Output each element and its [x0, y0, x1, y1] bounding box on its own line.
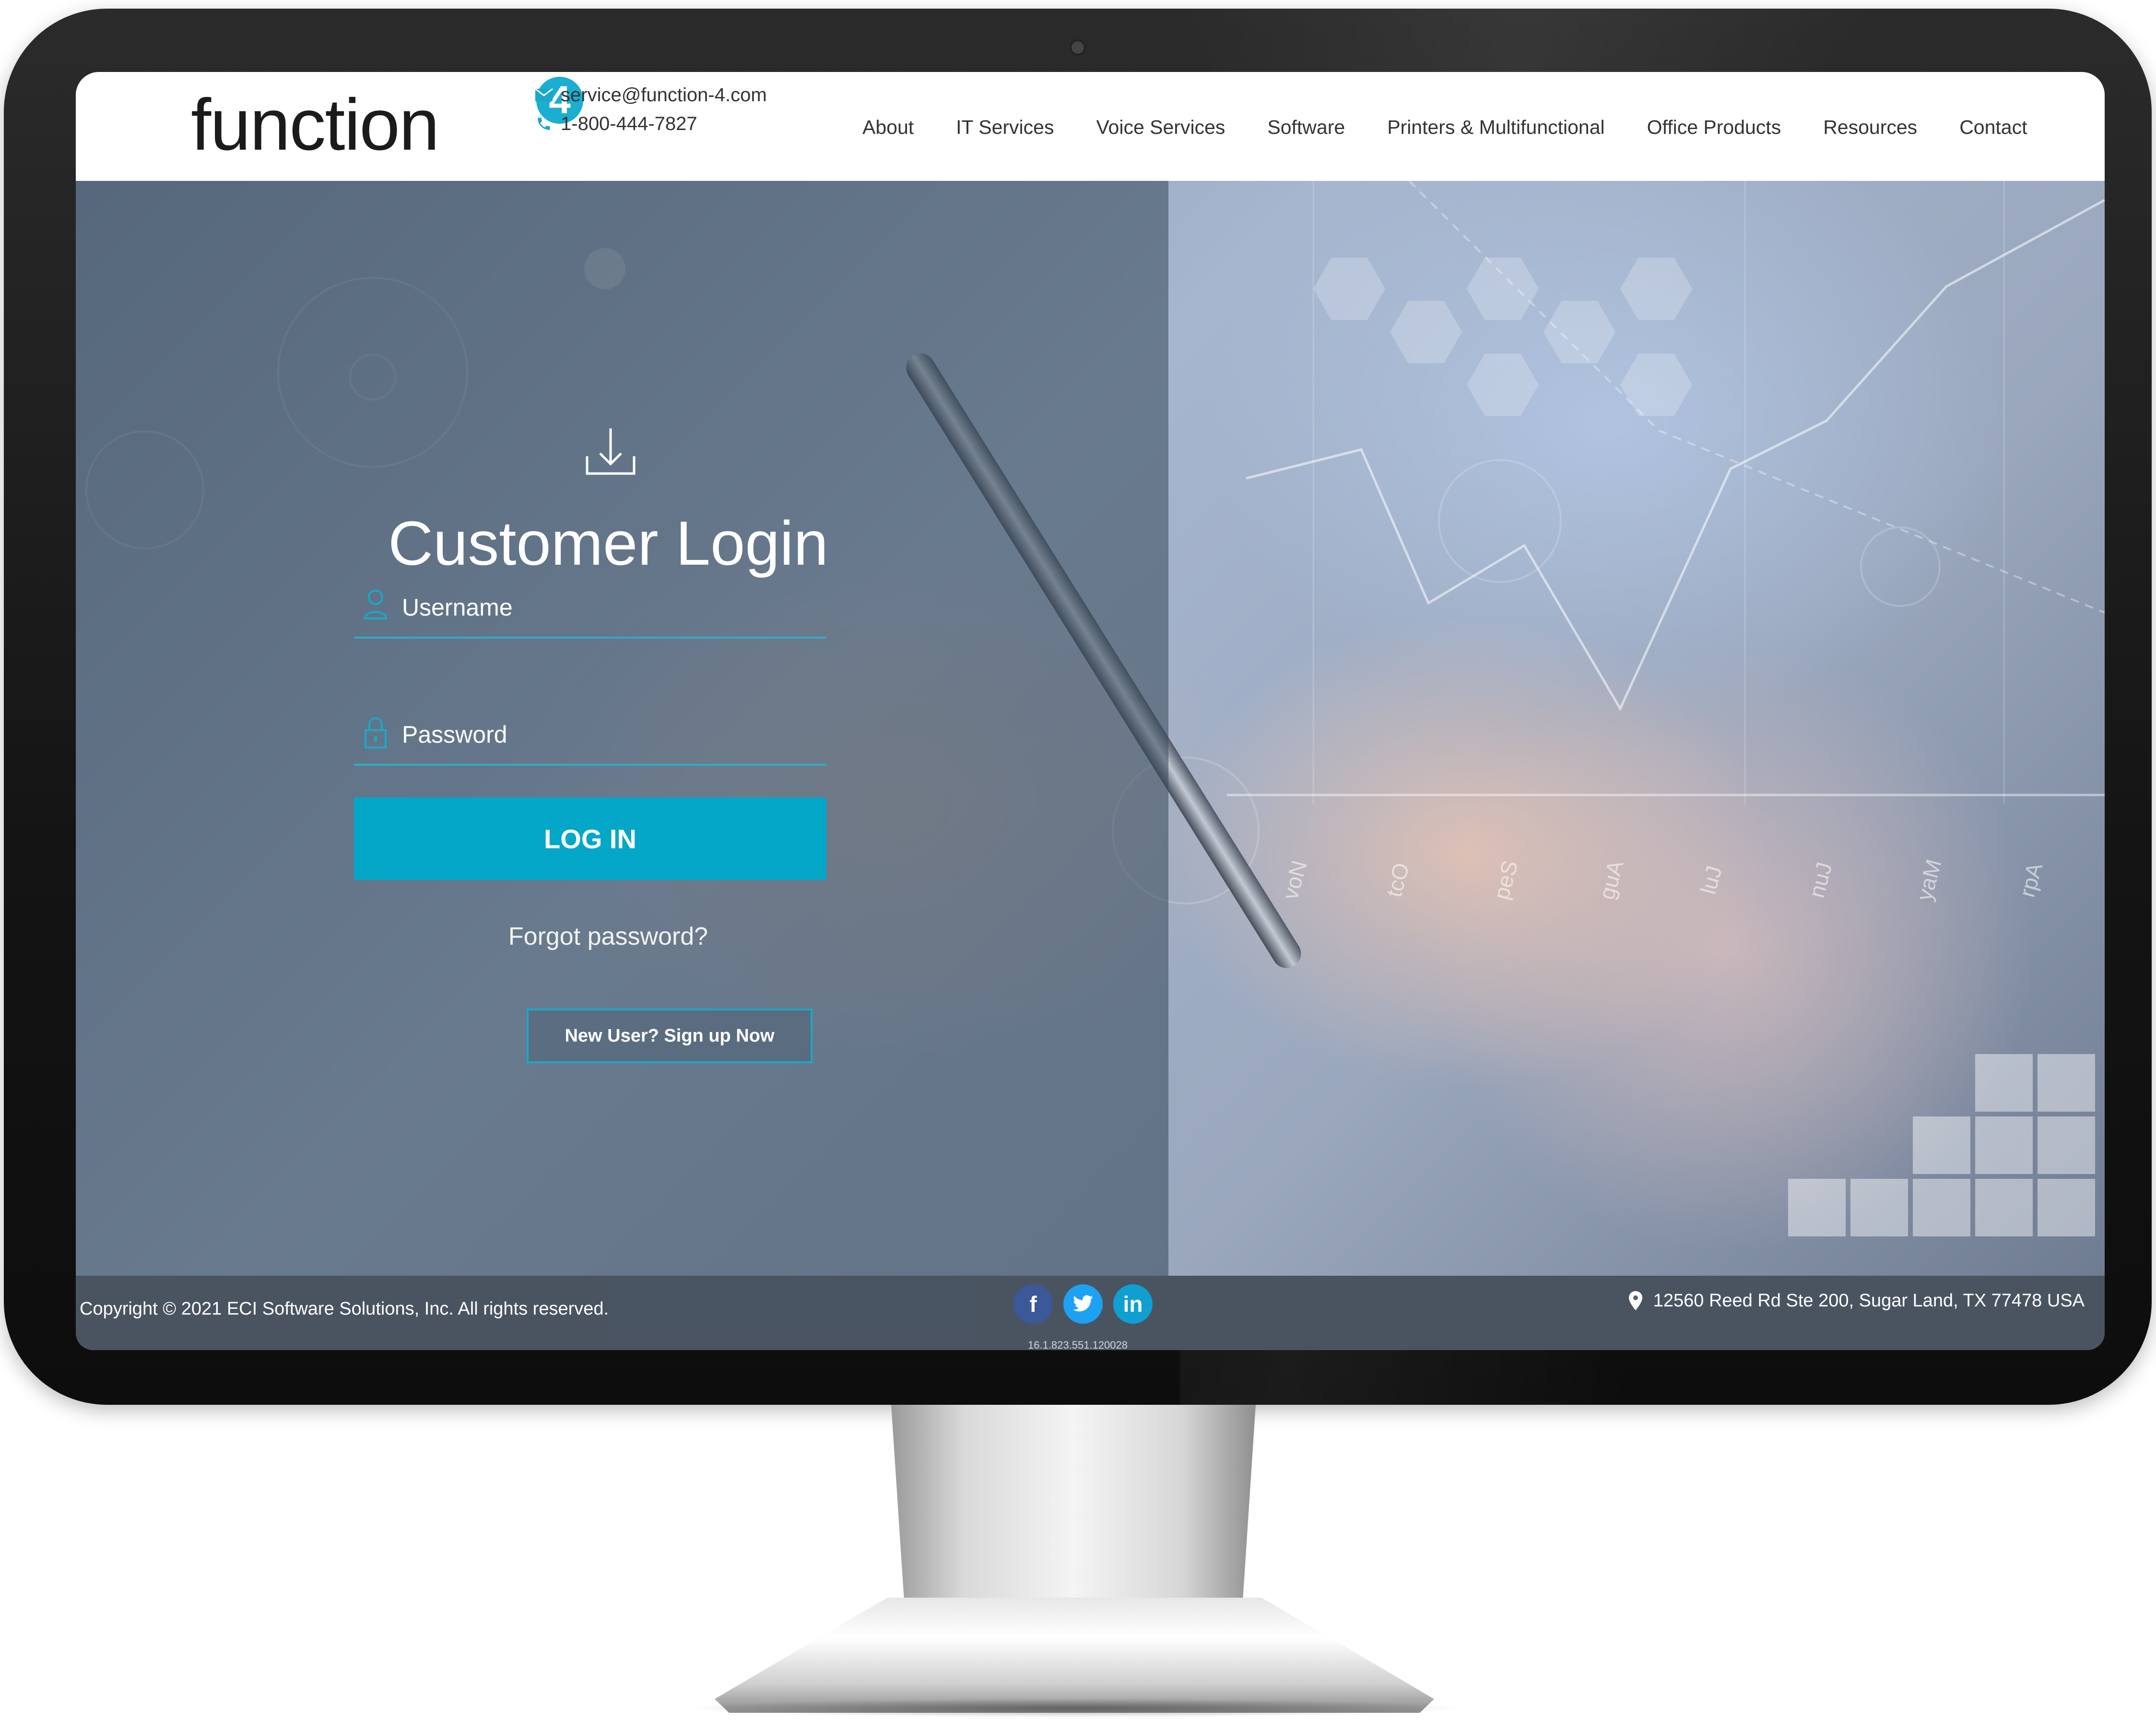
bar-cell	[2038, 1179, 2095, 1236]
nav-office-products[interactable]: Office Products	[1647, 116, 1781, 139]
contact-block: service@function-4.com 1-800-444-7827	[534, 81, 767, 138]
mail-icon	[534, 85, 554, 105]
signup-button[interactable]: New User? Sign up Now	[527, 1008, 813, 1063]
bar-cell	[1913, 1116, 1970, 1174]
nav-printers-multifunctional[interactable]: Printers & Multifunctional	[1387, 116, 1604, 139]
lock-icon	[364, 716, 392, 749]
address: 12560 Reed Rd Ste 200, Sugar Land, TX 77…	[1627, 1290, 2085, 1311]
monitor-stand-neck	[891, 1405, 1256, 1625]
month-label: yaM	[1911, 856, 1946, 903]
copyright-text: Copyright © 2021 ECI Software Solutions,…	[80, 1299, 609, 1319]
forgot-password-link[interactable]: Forgot password?	[344, 922, 872, 951]
month-label: tcO	[1381, 860, 1414, 900]
month-label: nuJ	[1803, 859, 1837, 901]
user-icon	[364, 589, 392, 622]
hero-background: voN tcO peS guA luJ nuJ yaM rpA Customer…	[76, 181, 2105, 1276]
bar-cell	[2038, 1054, 2095, 1112]
month-label: rpA	[2014, 860, 2048, 900]
nav-about[interactable]: About	[862, 116, 914, 139]
login-panel: Customer Login Username Password LOG IN …	[344, 181, 872, 1276]
bar-cell	[1913, 1179, 1970, 1236]
map-pin-icon	[1627, 1290, 1644, 1311]
nav-contact[interactable]: Contact	[1959, 116, 2027, 139]
site-footer: Copyright © 2021 ECI Software Solutions,…	[76, 1276, 2105, 1350]
nav-resources[interactable]: Resources	[1823, 116, 1917, 139]
address-text: 12560 Reed Rd Ste 200, Sugar Land, TX 77…	[1653, 1290, 2085, 1311]
bar-cell	[1975, 1179, 2033, 1236]
email-text: service@function-4.com	[561, 84, 767, 106]
month-label: luJ	[1695, 863, 1727, 897]
bar-cell	[2038, 1116, 2095, 1174]
phone-icon	[534, 114, 554, 134]
site-header: function 4 service@function-4.com 1-800-…	[76, 72, 2105, 181]
bar-cell	[1850, 1179, 1908, 1236]
deco-line-graph	[1227, 181, 2105, 805]
login-title: Customer Login	[388, 508, 828, 578]
phone-text: 1-800-444-7827	[561, 113, 697, 134]
nav-software[interactable]: Software	[1267, 116, 1345, 139]
login-button[interactable]: LOG IN	[354, 797, 826, 880]
logo-text: function	[191, 84, 439, 166]
password-placeholder: Password	[402, 721, 507, 748]
download-icon	[584, 426, 637, 478]
month-label: peS	[1488, 857, 1523, 902]
month-label: voN	[1277, 857, 1312, 902]
password-field[interactable]: Password	[354, 706, 826, 766]
month-label: guA	[1594, 857, 1628, 902]
social-links: f in	[1013, 1284, 1163, 1324]
monitor-stand-shadow	[681, 1698, 1468, 1718]
nav-it-services[interactable]: IT Services	[956, 116, 1054, 139]
username-field[interactable]: Username	[354, 579, 826, 639]
bar-cell	[1788, 1179, 1846, 1236]
username-placeholder: Username	[402, 594, 513, 621]
webcam	[1070, 39, 1086, 56]
monitor-stand-base	[715, 1598, 1434, 1713]
facebook-icon[interactable]: f	[1013, 1284, 1053, 1324]
main-nav: About IT Services Voice Services Softwar…	[862, 101, 2027, 154]
email-link[interactable]: service@function-4.com	[534, 81, 767, 109]
logo[interactable]: function 4	[191, 77, 583, 182]
screen: function 4 service@function-4.com 1-800-…	[76, 72, 2105, 1350]
linkedin-icon[interactable]: in	[1113, 1284, 1153, 1324]
bar-cell	[1975, 1054, 2033, 1112]
build-id: 16.1.823.551.120028	[1028, 1339, 1128, 1350]
bar-cell	[1975, 1116, 2033, 1174]
phone-link[interactable]: 1-800-444-7827	[534, 109, 767, 138]
twitter-icon[interactable]	[1063, 1284, 1103, 1324]
nav-voice-services[interactable]: Voice Services	[1096, 116, 1225, 139]
